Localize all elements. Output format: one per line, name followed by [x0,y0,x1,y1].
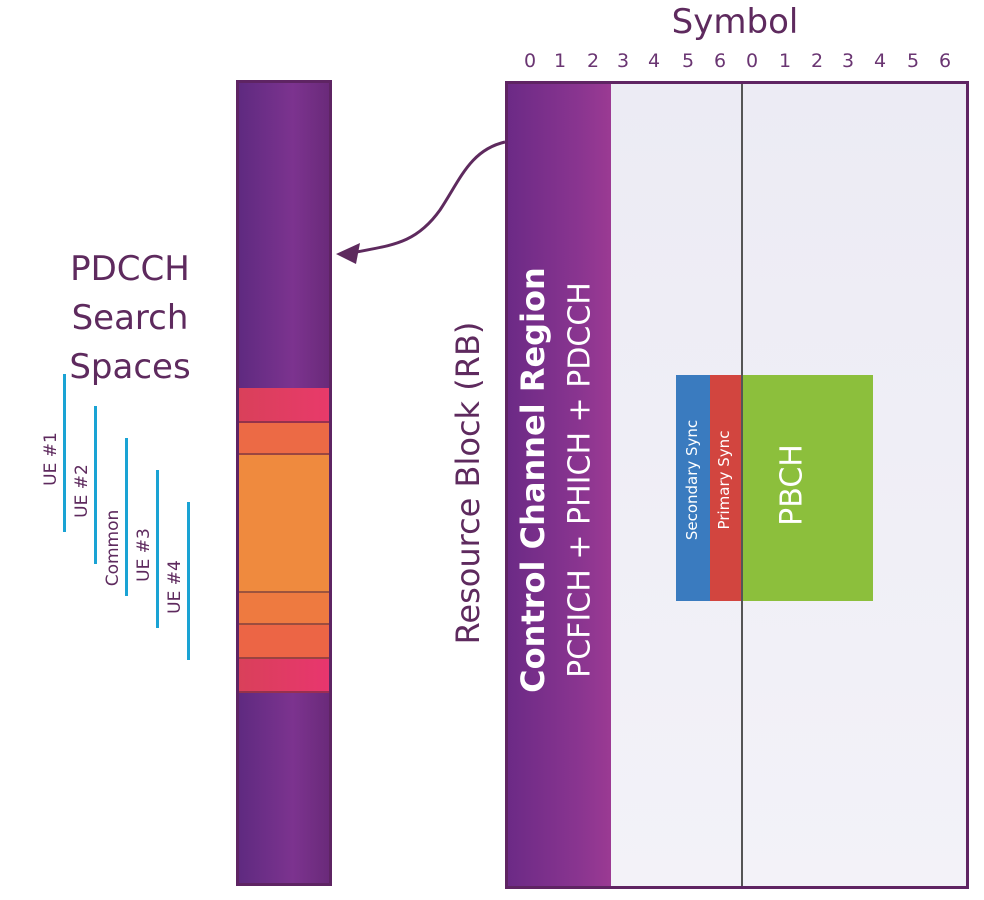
cce-band [239,455,329,593]
cce-band [239,423,329,455]
cce-band [239,625,329,659]
zoom-arrow [336,140,506,264]
cce-band [239,388,329,423]
cce-band [239,593,329,625]
search-space-line [187,502,190,660]
pdcch-region-expanded [236,80,332,886]
search-spaces-title: PDCCH Search Spaces [30,245,230,392]
search-space-line [156,470,159,628]
search-space-label: UE #3 [134,528,154,582]
search-space-label: UE #2 [72,464,92,518]
title-line: PDCCH [70,249,190,289]
search-space-line [125,438,128,596]
cce-band [239,659,329,693]
title-line: Spaces [69,347,191,387]
search-space-label: Common [103,509,123,587]
search-space-line [63,374,66,532]
title-line: Search [71,298,189,338]
search-space-label: UE #4 [165,560,185,614]
search-space-line [94,406,97,564]
search-space-label: UE #1 [41,432,61,486]
